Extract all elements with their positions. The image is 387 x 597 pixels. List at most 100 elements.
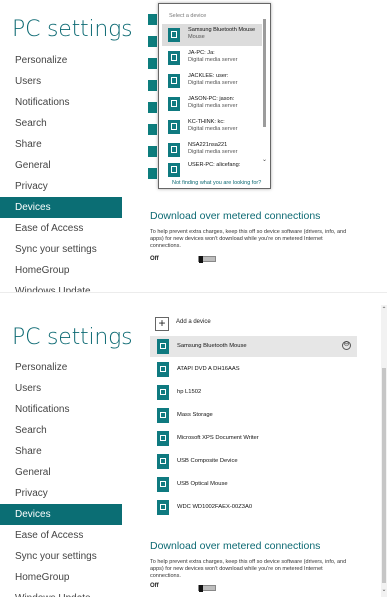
toggle-knob <box>199 256 203 263</box>
nav-item-ease-of-access[interactable]: Ease of Access <box>0 525 122 546</box>
monitor-icon <box>157 385 169 400</box>
device-icon <box>148 168 157 179</box>
popup-device-name: Samsung Bluetooth Mouse <box>188 27 256 33</box>
metered-toggle-label: Off <box>150 256 159 262</box>
device-row[interactable]: WDC WD1002FAEX-00Z3A0 <box>150 497 360 518</box>
nav-item-users[interactable]: Users <box>0 378 122 399</box>
device-name: Microsoft XPS Document Writer <box>177 435 259 441</box>
popup-device-name: NSA221nsa221 <box>188 142 228 148</box>
nav-item-homegroup[interactable]: HomeGroup <box>0 260 122 281</box>
nav-item-homegroup[interactable]: HomeGroup <box>0 567 122 588</box>
nav-item-notifications[interactable]: Notifications <box>0 92 122 113</box>
nav-item-devices[interactable]: Devices <box>0 197 122 218</box>
device-row[interactable]: Samsung Bluetooth Mouse ⊖ <box>150 336 357 357</box>
popup-device-item[interactable]: KC-THINK: kc: Digital media server <box>162 116 262 138</box>
device-name: USB Composite Device <box>177 458 238 464</box>
nav-item-devices[interactable]: Devices <box>0 504 122 525</box>
nav-item-privacy[interactable]: Privacy <box>0 483 122 504</box>
nav-item-share[interactable]: Share <box>0 441 122 462</box>
nav-item-sync-settings[interactable]: Sync your settings <box>0 239 122 260</box>
device-row[interactable]: Microsoft XPS Document Writer <box>150 428 360 449</box>
scroll-up-icon[interactable]: ⌃ <box>381 307 387 313</box>
settings-nav: PC settings Personalize Users Notificati… <box>0 0 133 292</box>
storage-icon <box>157 408 169 423</box>
device-icon <box>148 36 157 47</box>
popup-device-type: Digital media server <box>188 126 238 132</box>
printer-icon <box>157 431 169 446</box>
popup-device-type: Digital media server <box>188 149 238 155</box>
nav-item-users[interactable]: Users <box>0 71 122 92</box>
device-icon <box>148 58 157 69</box>
popup-device-type: Digital media server <box>188 103 238 109</box>
device-name: Samsung Bluetooth Mouse <box>177 343 247 349</box>
device-row[interactable]: USB Optical Mouse <box>150 474 360 495</box>
device-row[interactable]: USB Composite Device <box>150 451 360 472</box>
not-finding-link[interactable]: Not finding what you are looking for? <box>172 180 261 186</box>
panel-divider <box>0 292 387 305</box>
popup-device-item[interactable]: Samsung Bluetooth Mouse Mouse <box>162 24 262 46</box>
device-name: Mass Storage <box>177 412 213 418</box>
popup-device-item[interactable]: JACKLEE: user: Digital media server <box>162 70 262 92</box>
mouse-icon <box>157 477 169 492</box>
device-icon <box>148 14 157 25</box>
select-device-popup: Select a device Samsung Bluetooth Mouse … <box>158 3 271 189</box>
nav-item-personalize[interactable]: Personalize <box>0 50 122 71</box>
device-name: WDC WD1002FAEX-00Z3A0 <box>177 504 253 510</box>
popup-header: Select a device <box>169 13 207 19</box>
scrollbar-thumb[interactable] <box>382 368 386 583</box>
device-icon <box>148 124 157 135</box>
device-icon <box>148 146 157 157</box>
nav-item-notifications[interactable]: Notifications <box>0 399 122 420</box>
mouse-icon <box>157 339 169 354</box>
popup-device-type: Digital media server <box>188 57 238 63</box>
device-row[interactable]: ATAPI DVD A DH16AAS <box>150 359 360 380</box>
media-server-icon <box>168 143 180 157</box>
popup-device-type: Digital media server <box>188 80 238 86</box>
nav-item-general[interactable]: General <box>0 462 122 483</box>
media-server-icon <box>168 51 180 65</box>
nav-item-general[interactable]: General <box>0 155 122 176</box>
nav-item-privacy[interactable]: Privacy <box>0 176 122 197</box>
nav-item-windows-update[interactable]: Windows Update <box>0 281 122 292</box>
popup-device-name: JASON-PC: jason: <box>188 96 235 102</box>
media-server-icon <box>168 97 180 111</box>
device-name: ATAPI DVD A DH16AAS <box>177 366 240 372</box>
media-server-icon <box>168 163 180 177</box>
popup-scrollbar[interactable] <box>263 19 266 127</box>
media-server-icon <box>168 74 180 88</box>
nav-item-share[interactable]: Share <box>0 134 122 155</box>
nav-item-windows-update[interactable]: Windows Update <box>0 588 122 597</box>
metered-toggle-label: Off <box>150 583 159 589</box>
remove-device-icon[interactable]: ⊖ <box>342 341 351 350</box>
popup-device-item[interactable]: JA-PC: Ja: Digital media server <box>162 47 262 69</box>
metered-toggle[interactable] <box>198 585 216 592</box>
popup-device-name: JA-PC: Ja: <box>188 50 215 56</box>
page-scrollbar[interactable]: ⌃ ⌄ <box>381 305 387 597</box>
nav-item-sync-settings[interactable]: Sync your settings <box>0 546 122 567</box>
device-row[interactable]: Mass Storage <box>150 405 360 426</box>
device-icon <box>148 102 157 113</box>
scroll-down-icon[interactable]: ⌄ <box>381 587 387 593</box>
keyboard-icon <box>157 454 169 469</box>
add-device-label: Add a device <box>176 319 211 325</box>
page-title: PC settings <box>12 325 133 350</box>
chevron-down-icon[interactable]: ⌄ <box>262 156 267 163</box>
device-row[interactable]: hp L1502 <box>150 382 360 403</box>
nav-item-ease-of-access[interactable]: Ease of Access <box>0 218 122 239</box>
page-title: PC settings <box>12 17 133 42</box>
popup-device-item[interactable]: JASON-PC: jason: Digital media server <box>162 93 262 115</box>
popup-device-item[interactable]: NSA221nsa221 Digital media server <box>162 139 262 161</box>
popup-device-name: KC-THINK: kc: <box>188 119 225 125</box>
nav-item-search[interactable]: Search <box>0 420 122 441</box>
mouse-icon <box>168 28 180 42</box>
nav-item-search[interactable]: Search <box>0 113 122 134</box>
metered-toggle[interactable] <box>198 256 216 263</box>
nav-item-personalize[interactable]: Personalize <box>0 357 122 378</box>
metered-description: To help prevent extra charges, keep this… <box>150 559 347 579</box>
popup-device-item[interactable]: USER-PC: alicefang: <box>162 159 262 181</box>
device-name: USB Optical Mouse <box>177 481 228 487</box>
metered-heading: Download over metered connections <box>150 540 321 552</box>
metered-description: To help prevent extra charges, keep this… <box>150 229 347 249</box>
toggle-knob <box>199 585 203 592</box>
media-server-icon <box>168 120 180 134</box>
